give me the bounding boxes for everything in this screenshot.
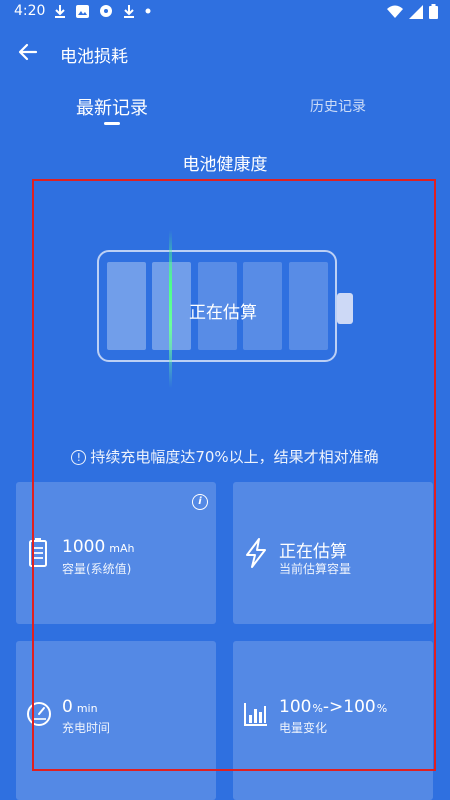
estimated-capacity-card: 正在估算 当前估算容量 — [233, 482, 433, 624]
charge-change-label: 电量变化 — [279, 721, 328, 735]
image-icon — [76, 4, 89, 18]
battery-icon — [429, 4, 438, 19]
status-time: 4:20 — [14, 3, 46, 19]
download-icon — [55, 5, 65, 18]
charge-change-card: 100%->100% 电量变化 — [233, 641, 433, 800]
speedometer-icon — [27, 702, 51, 726]
tab-history[interactable]: 历史记录 — [310, 96, 366, 116]
estimated-capacity-value: 正在估算 — [279, 542, 347, 562]
page-title: 电池损耗 — [60, 47, 128, 67]
estimated-capacity-label: 当前估算容量 — [279, 562, 352, 576]
tab-latest[interactable]: 最新记录 — [76, 94, 148, 120]
info-icon[interactable]: i — [192, 494, 208, 510]
battery-status-text: 正在估算 — [189, 303, 257, 323]
notice: ! 持续充电幅度达70%以上，结果才相对准确 — [0, 446, 450, 467]
charge-change-value: 100%->100% — [279, 697, 388, 717]
signal-icon — [409, 4, 423, 19]
lightning-icon — [246, 538, 266, 568]
notice-text: 持续充电幅度达70%以上，结果才相对准确 — [90, 448, 379, 466]
battery-list-icon — [29, 538, 47, 567]
status-system-icons — [387, 4, 438, 19]
arrow-left-icon[interactable] — [16, 40, 40, 64]
bar-chart-icon — [244, 703, 267, 726]
download-icon-2 — [124, 5, 134, 18]
scan-line — [169, 230, 172, 388]
battery-cap — [337, 293, 353, 324]
app-bar: 电池损耗 — [0, 28, 450, 76]
dot-icon — [145, 8, 151, 14]
capacity-label: 容量(系统值) — [62, 562, 132, 576]
status-bar: 4:20 — [0, 0, 450, 24]
battery-cell — [289, 262, 328, 350]
wifi-icon — [387, 5, 403, 18]
charge-time-label: 充电时间 — [62, 721, 111, 735]
capacity-card: 1000 mAh 容量(系统值) i — [16, 482, 216, 624]
exclamation-circle-icon: ! — [71, 450, 87, 465]
charge-time-value: 0 min — [62, 697, 98, 717]
battery-cell — [107, 262, 146, 350]
charge-time-card: 0 min 充电时间 — [16, 641, 216, 800]
section-title: 电池健康度 — [182, 155, 268, 175]
status-notifications — [54, 4, 151, 18]
capacity-value: 1000 mAh — [62, 537, 135, 557]
flower-icon — [100, 5, 112, 17]
tab-indicator — [104, 122, 120, 125]
